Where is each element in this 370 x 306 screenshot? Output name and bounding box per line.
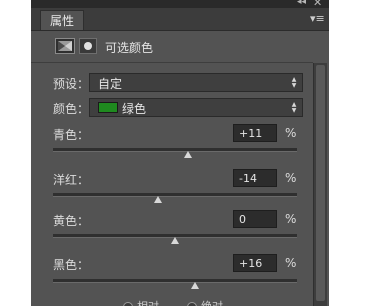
preset-select[interactable]: 自定 ▲ ▼ — [89, 73, 303, 92]
header-divider — [31, 62, 313, 63]
collapse-panel-icon[interactable]: ◂◂ — [297, 0, 306, 7]
panel-scrollbar[interactable] — [313, 63, 327, 306]
black-slider-thumb[interactable] — [190, 282, 199, 289]
yellow-slider-thumb[interactable] — [171, 237, 179, 244]
absolute-option[interactable]: 绝对 — [187, 298, 223, 306]
select-arrows-icon: ▲ ▼ — [291, 76, 297, 89]
relative-label: 相对 — [137, 300, 159, 306]
magenta-slider-thumb[interactable] — [153, 196, 162, 203]
magenta-unit: % — [285, 171, 297, 185]
scrollbar-thumb[interactable] — [316, 65, 325, 301]
selective-color-adjustment-icon[interactable] — [55, 38, 75, 54]
cyan-unit: % — [285, 126, 297, 140]
relative-option[interactable]: 相对 — [123, 298, 159, 306]
colors-select[interactable]: 绿色 ▲ ▼ — [89, 98, 303, 117]
layer-mask-icon[interactable] — [79, 38, 97, 54]
absolute-radio[interactable] — [187, 302, 197, 306]
magenta-label: 洋红： — [53, 173, 90, 187]
cyan-slider-track[interactable] — [53, 148, 297, 152]
cyan-label: 青色： — [53, 128, 90, 142]
colors-value: 绿色 — [122, 102, 147, 116]
properties-panel: ◂◂ ✕ 属性 ▾≡ 可选颜色 预设： 自定 ▲ ▼ 颜色： 绿色 ▲ ▼ 青色： … — [31, 0, 329, 306]
preset-label: 预设： — [53, 77, 90, 91]
cyan-input[interactable]: +11 — [233, 124, 277, 142]
magenta-input[interactable]: -14 — [233, 169, 277, 187]
tab-properties[interactable]: 属性 — [40, 10, 84, 30]
panel-menu-icon[interactable]: ▾≡ — [310, 12, 325, 25]
preset-value: 自定 — [98, 77, 123, 91]
adjustment-header: 可选颜色 — [31, 34, 329, 60]
relative-radio[interactable] — [123, 302, 133, 306]
color-swatch — [98, 102, 118, 113]
black-input[interactable]: +16 — [233, 254, 277, 272]
adjustment-title: 可选颜色 — [105, 41, 154, 55]
magenta-slider-track[interactable] — [53, 193, 297, 197]
yellow-label: 黄色： — [53, 214, 90, 228]
absolute-label: 绝对 — [201, 300, 223, 306]
colors-label: 颜色： — [53, 102, 90, 116]
black-slider-track[interactable] — [53, 279, 297, 283]
panel-tab-bar: 属性 ▾≡ — [31, 8, 329, 31]
black-label: 黑色： — [53, 258, 90, 272]
black-unit: % — [285, 256, 297, 270]
panel-top-bar: ◂◂ ✕ — [31, 0, 329, 9]
cyan-slider-thumb[interactable] — [184, 151, 193, 158]
select-arrows-icon: ▲ ▼ — [291, 101, 297, 114]
yellow-unit: % — [285, 212, 297, 226]
yellow-input[interactable]: 0 — [233, 210, 277, 228]
